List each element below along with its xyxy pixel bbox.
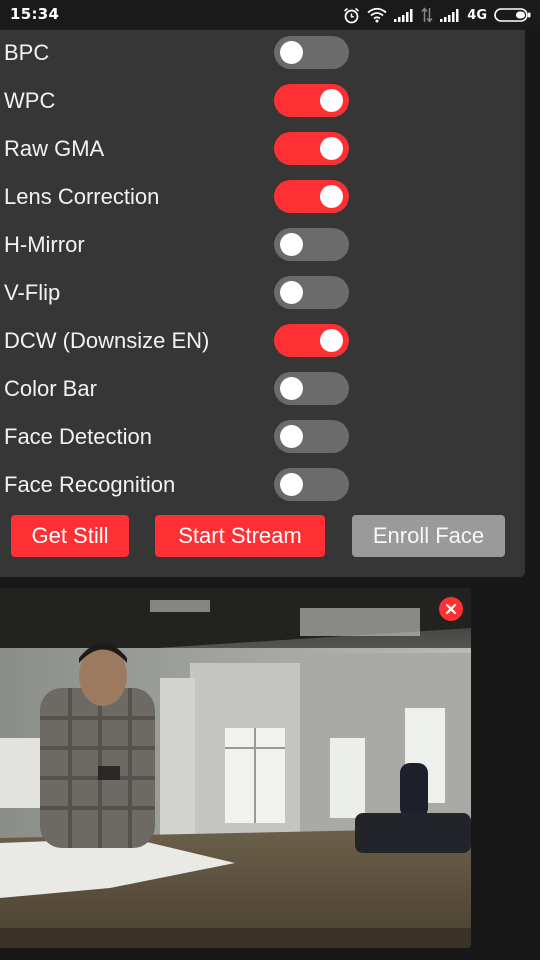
camera-stream-image bbox=[0, 588, 471, 948]
face-recognition-toggle[interactable] bbox=[274, 468, 349, 501]
setting-label: Raw GMA bbox=[4, 136, 105, 161]
raw-gma-toggle[interactable] bbox=[274, 132, 349, 165]
toggle-knob bbox=[280, 281, 303, 304]
setting-row-face-detection: Face Detection bbox=[0, 414, 525, 462]
status-bar: 15:34 4G bbox=[0, 0, 540, 30]
setting-row-raw-gma: Raw GMA bbox=[0, 126, 525, 174]
setting-label: Face Detection bbox=[4, 424, 152, 449]
setting-label: WPC bbox=[4, 88, 56, 113]
setting-row-dcw: DCW (Downsize EN) bbox=[0, 318, 525, 366]
toggle-knob bbox=[280, 473, 303, 496]
setting-row-color-bar: Color Bar bbox=[0, 366, 525, 414]
setting-row-h-mirror: H-Mirror bbox=[0, 222, 525, 270]
toggle-knob bbox=[280, 425, 303, 448]
setting-label: DCW (Downsize EN) bbox=[4, 328, 210, 353]
enroll-face-button[interactable]: Enroll Face bbox=[352, 515, 505, 557]
toggle-knob bbox=[320, 185, 343, 208]
setting-label: Lens Correction bbox=[4, 184, 160, 209]
wpc-toggle[interactable] bbox=[274, 84, 349, 117]
toggle-knob bbox=[280, 41, 303, 64]
alarm-icon bbox=[343, 7, 360, 24]
status-icons: 4G bbox=[343, 6, 532, 24]
start-stream-button[interactable]: Start Stream bbox=[155, 515, 325, 557]
setting-label: BPC bbox=[4, 40, 50, 65]
close-icon bbox=[445, 603, 457, 615]
setting-row-face-recognition: Face Recognition bbox=[0, 462, 525, 510]
setting-label: Face Recognition bbox=[4, 472, 176, 497]
network-type-label: 4G bbox=[467, 7, 487, 23]
lens-correction-toggle[interactable] bbox=[274, 180, 349, 213]
toggle-knob bbox=[320, 137, 343, 160]
toggle-knob bbox=[280, 233, 303, 256]
v-flip-toggle[interactable] bbox=[274, 276, 349, 309]
setting-label: V-Flip bbox=[4, 280, 61, 305]
setting-row-wpc: WPC bbox=[0, 78, 525, 126]
setting-row-v-flip: V-Flip bbox=[0, 270, 525, 318]
signal-icon bbox=[440, 8, 460, 22]
dcw-toggle[interactable] bbox=[274, 324, 349, 357]
wifi-icon bbox=[367, 7, 387, 23]
setting-row-lens-correction: Lens Correction bbox=[0, 174, 525, 222]
battery-icon bbox=[494, 7, 532, 23]
setting-label: H-Mirror bbox=[4, 232, 85, 257]
face-detection-toggle[interactable] bbox=[274, 420, 349, 453]
bpc-toggle[interactable] bbox=[274, 36, 349, 69]
get-still-button[interactable]: Get Still bbox=[11, 515, 129, 557]
toggle-knob bbox=[280, 377, 303, 400]
color-bar-toggle[interactable] bbox=[274, 372, 349, 405]
toggle-knob bbox=[320, 89, 343, 112]
toggle-knob bbox=[320, 329, 343, 352]
camera-settings-panel: BPC WPC Raw GMA Lens Correction H-Mirror… bbox=[0, 30, 525, 577]
setting-label: Color Bar bbox=[4, 376, 97, 401]
signal-icon bbox=[394, 8, 414, 22]
close-stream-button[interactable] bbox=[439, 597, 463, 621]
status-time: 15:34 bbox=[10, 5, 60, 23]
setting-row-bpc: BPC bbox=[0, 30, 525, 78]
h-mirror-toggle[interactable] bbox=[274, 228, 349, 261]
camera-frame bbox=[0, 588, 471, 948]
data-transfer-icon bbox=[421, 7, 433, 23]
